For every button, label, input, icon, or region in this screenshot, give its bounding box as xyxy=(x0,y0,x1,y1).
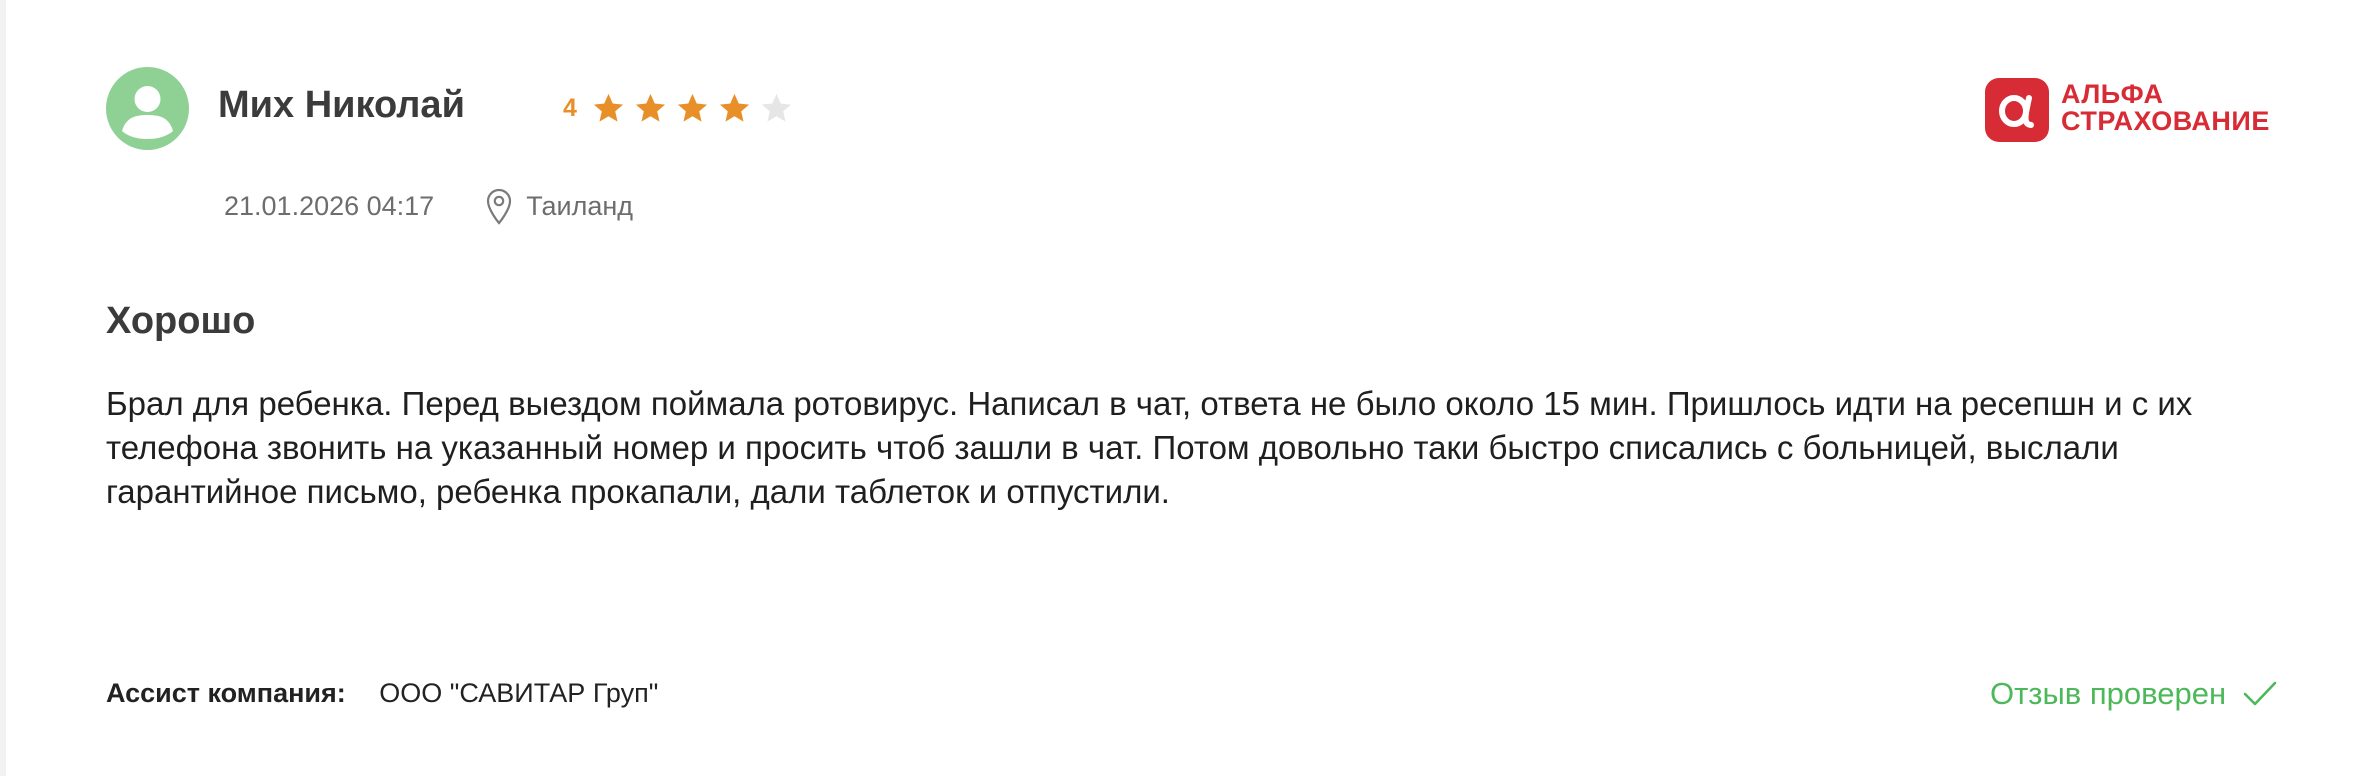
author-name[interactable]: Мих Николай xyxy=(218,84,465,127)
user-avatar-icon xyxy=(122,86,173,139)
location-pin-icon xyxy=(484,186,514,226)
verified-label: Отзыв проверен xyxy=(1990,676,2227,711)
checkmark-icon xyxy=(2242,679,2278,709)
assist-company: Ассист компания: ООО "САВИТАР Груп" xyxy=(106,678,658,709)
star-empty-icon xyxy=(759,91,794,126)
company-logo[interactable]: АЛЬФА СТРАХОВАНИЕ xyxy=(1985,78,2295,142)
assist-company-label: Ассист компания: xyxy=(106,678,346,708)
assist-company-value: ООО "САВИТАР Груп" xyxy=(379,678,659,708)
star-filled-icon xyxy=(591,91,626,126)
star-filled-icon xyxy=(717,91,752,126)
review-card: Мих Николай 4 АЛЬФА СТРАХОВАНИЕ 21.01.20… xyxy=(0,0,2380,776)
star-filled-icon xyxy=(633,91,668,126)
alfa-logo-icon xyxy=(1985,78,2049,142)
review-text: Брал для ребенка. Перед выездом поймала … xyxy=(106,385,2193,510)
logo-line-1: АЛЬФА xyxy=(2061,79,2164,109)
logo-line-2: СТРАХОВАНИЕ xyxy=(2061,106,2270,136)
avatar xyxy=(106,67,189,150)
rating-value: 4 xyxy=(563,93,577,122)
company-logo-text: АЛЬФА СТРАХОВАНИЕ xyxy=(2061,81,2270,135)
rating: 4 xyxy=(563,88,801,128)
location-label: Таиланд xyxy=(526,190,634,221)
review-meta: 21.01.2026 04:17 Таиланд xyxy=(224,186,633,226)
review-title: Хорошо xyxy=(106,300,256,342)
rating-stars xyxy=(591,91,801,126)
review-date: 21.01.2026 04:17 xyxy=(224,190,435,221)
star-filled-icon xyxy=(675,91,710,126)
verified-badge: Отзыв проверен xyxy=(1990,674,2278,714)
